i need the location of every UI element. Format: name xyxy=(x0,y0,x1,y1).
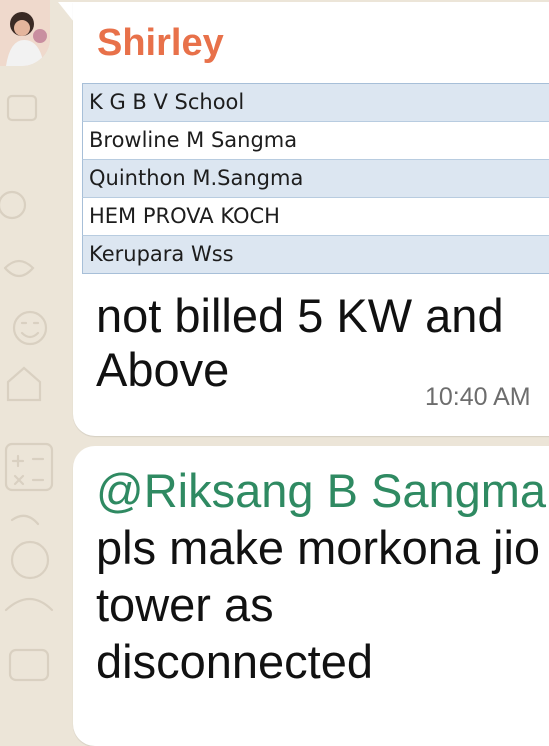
message-text: @Riksang B Sangma pls make morkona jio t… xyxy=(96,462,549,690)
message-timestamp: 10:40 AM xyxy=(425,383,531,411)
user-mention-link[interactable]: @Riksang B Sangma xyxy=(96,464,546,517)
sender-avatar[interactable] xyxy=(0,0,50,66)
shared-spreadsheet-image[interactable]: K G B V School Browline M Sangma Quintho… xyxy=(82,83,549,274)
table-row: HEM PROVA KOCH xyxy=(82,197,549,235)
table-row: Kerupara Wss xyxy=(82,235,549,273)
message-body: pls make morkona jio tower as disconnect… xyxy=(96,521,541,688)
table-row: Quinthon M.Sangma xyxy=(82,159,549,197)
table-row: K G B V School xyxy=(82,84,549,121)
message-bubble[interactable]: @Riksang B Sangma pls make morkona jio t… xyxy=(73,446,549,746)
message-text: not billed 5 KW and Above xyxy=(96,289,504,396)
table-row: Browline M Sangma xyxy=(82,121,549,159)
avatar-photo-icon xyxy=(0,0,50,66)
sender-name[interactable]: Shirley xyxy=(97,22,224,65)
bubble-tail xyxy=(58,2,74,22)
message-bubble[interactable]: Shirley K G B V School Browline M Sangma… xyxy=(73,2,549,436)
